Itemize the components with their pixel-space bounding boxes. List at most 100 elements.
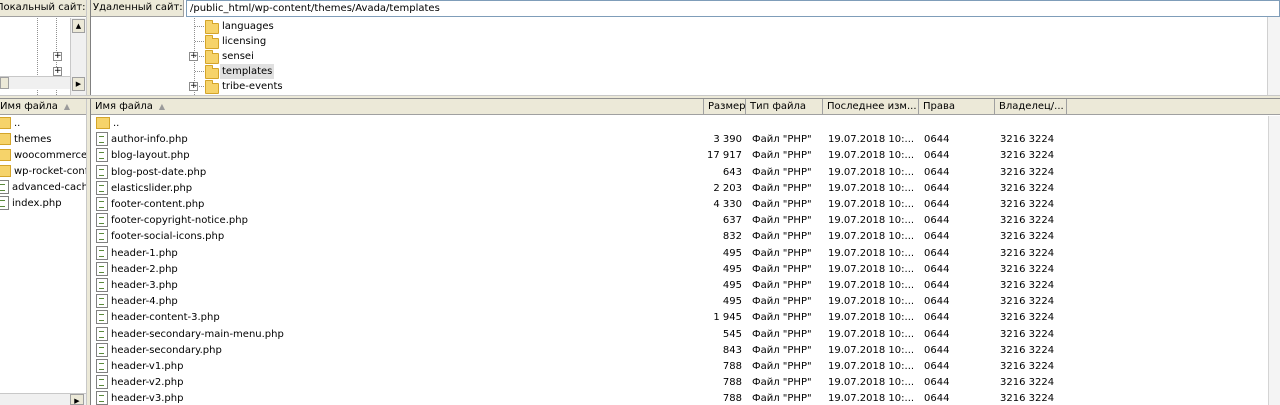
file-name: footer-social-icons.php (111, 231, 225, 243)
tree-node-label: tribe-events (222, 81, 283, 92)
cell-owner: 3216 3224 (1000, 150, 1055, 162)
cell-name: blog-layout.php (96, 148, 696, 164)
tree-expand-plus-icon[interactable]: + (53, 52, 62, 61)
column-header-owner[interactable]: Владелец/... (995, 99, 1067, 114)
table-row[interactable]: elasticslider.php 2 203 Файл "PHP" 19.07.20… (91, 180, 1267, 197)
cell-type: Файл "PHP" (752, 134, 812, 146)
remote-tree-scrollbar[interactable] (1267, 17, 1280, 95)
cell-modified: 19.07.2018 10:... (828, 263, 915, 275)
cell-size: 545 (722, 328, 742, 340)
cell-name: .. (96, 116, 696, 132)
local-tree-scrollbar[interactable]: ▲ ▶ (70, 18, 86, 95)
folder-icon (0, 133, 11, 145)
cell-name: header-secondary.php (96, 342, 696, 359)
cell-name: header-content-3.php (96, 310, 696, 326)
table-row[interactable]: footer-content.php 4 330 Файл "PHP" 19.07.2… (91, 197, 1267, 213)
folder-icon (0, 149, 11, 161)
cell-name: blog-post-date.php (96, 164, 696, 181)
php-file-icon (96, 229, 108, 244)
cell-perms: 0644 (924, 393, 950, 405)
file-name: blog-post-date.php (111, 166, 207, 178)
cell-size: 788 (722, 377, 742, 389)
column-header-perms[interactable]: Права (919, 99, 995, 114)
scroll-right-arrow-icon[interactable]: ▶ (72, 77, 85, 91)
local-list-item[interactable]: woocommerce (0, 148, 86, 164)
table-row[interactable]: blog-post-date.php 643 Файл "PHP" 19.07.201… (91, 164, 1267, 181)
table-row[interactable]: header-3.php 495 Файл "PHP" 19.07.2018 10:.… (91, 278, 1267, 294)
remote-path-input[interactable]: /public_html/wp-content/themes/Avada/tem… (186, 0, 1280, 17)
cell-type: Файл "PHP" (752, 199, 812, 210)
tree-expand-plus-icon[interactable]: + (53, 67, 62, 76)
table-row[interactable]: footer-copyright-notice.php 637 Файл "PHP"… (91, 213, 1267, 229)
remote-list-scrollbar[interactable] (1268, 116, 1280, 405)
folder-icon (0, 117, 11, 129)
cell-size: 637 (722, 215, 742, 227)
table-row[interactable]: header-v2.php 788 Файл "PHP" 19.07.2018 10:… (91, 375, 1267, 391)
cell-type: Файл "PHP" (752, 263, 812, 275)
tree-node-languages[interactable]: languages (186, 19, 274, 34)
cell-size: 495 (722, 263, 742, 275)
cell-size: 788 (722, 393, 742, 405)
local-list-item[interactable]: advanced-cache.php (0, 180, 86, 196)
table-row[interactable]: header-4.php 495 Файл "PHP" 19.07.2018 10:.… (91, 294, 1267, 310)
table-row[interactable]: header-v3.php 788 Файл "PHP" 19.07.2018 10:… (91, 391, 1267, 405)
cell-name: elasticslider.php (96, 180, 696, 197)
cell-type: Файл "PHP" (752, 215, 812, 227)
column-header-size[interactable]: Размер (704, 99, 746, 114)
local-list-item[interactable]: themes (0, 132, 86, 148)
table-row[interactable]: header-2.php 495 Файл "PHP" 19.07.2018 10:.… (91, 261, 1267, 278)
local-column-name[interactable]: Имя файла ▲ (0, 99, 86, 114)
cell-owner: 3216 3224 (1000, 199, 1055, 210)
table-row[interactable]: header-v1.php 788 Файл "PHP" 19.07.2018 10:… (91, 359, 1267, 375)
cell-type: Файл "PHP" (752, 377, 812, 389)
local-list-item[interactable]: .. (0, 116, 86, 132)
table-row[interactable]: header-secondary.php 843 Файл "PHP" 19.07.2… (91, 342, 1267, 359)
cell-name: header-v2.php (96, 375, 696, 391)
tree-branch-line (195, 71, 204, 72)
cell-perms: 0644 (924, 150, 950, 162)
tree-node-licensing[interactable]: licensing (186, 34, 266, 49)
table-row[interactable]: blog-layout.php 17 917 Файл "PHP" 19.07.201… (91, 148, 1267, 164)
folder-icon (0, 165, 11, 177)
cell-owner: 3216 3224 (1000, 296, 1055, 308)
cell-owner: 3216 3224 (1000, 377, 1055, 389)
column-header-modified[interactable]: Последнее изм... (823, 99, 919, 114)
table-row[interactable]: header-1.php 495 Файл "PHP" 19.07.2018 10:.… (91, 245, 1267, 262)
php-file-icon (96, 326, 108, 341)
cell-owner: 3216 3224 (1000, 280, 1055, 291)
scroll-up-arrow-icon[interactable]: ▲ (72, 19, 85, 33)
cell-name: header-3.php (96, 278, 696, 294)
php-file-icon (0, 180, 9, 194)
local-item-name: wp-rocket-config (14, 166, 86, 177)
local-list-item[interactable]: wp-rocket-config (0, 164, 86, 180)
tree-node-sensei[interactable]: + sensei (186, 49, 254, 64)
remote-folder-tree: languages licensing + sensei templates + tribe… (186, 19, 786, 95)
local-file-list: Имя файла ▲ .. themes woocommerce wp-rocket-… (0, 99, 86, 405)
table-row[interactable]: author-info.php 3 390 Файл "PHP" 19.07.2018… (91, 132, 1267, 148)
table-row[interactable]: header-secondary-main-menu.php 545 Файл "P… (91, 326, 1267, 343)
folder-icon (205, 79, 219, 94)
cell-type: Файл "PHP" (752, 182, 812, 194)
cell-modified: 19.07.2018 10:... (828, 393, 915, 405)
tree-node-tribe-events[interactable]: + tribe-events (186, 79, 283, 94)
tree-node-templates[interactable]: templates (186, 64, 275, 79)
tree-branch-line (195, 41, 204, 42)
folder-icon (205, 34, 219, 49)
local-list-hscrollbar[interactable]: ▶ (0, 393, 86, 405)
table-row[interactable]: header-content-3.php 1 945 Файл "PHP" 19.07… (91, 310, 1267, 326)
php-file-icon (0, 196, 9, 210)
cell-owner: 3216 3224 (1000, 328, 1055, 340)
file-name: header-1.php (111, 247, 178, 259)
table-row[interactable]: .. (91, 116, 1267, 132)
table-row[interactable]: footer-social-icons.php 832 Файл "PHP" 19.0… (91, 229, 1267, 245)
cell-owner: 3216 3224 (1000, 166, 1055, 178)
scroll-right-arrow-icon[interactable]: ▶ (70, 394, 84, 405)
cell-owner: 3216 3224 (1000, 393, 1055, 405)
local-list-item[interactable]: index.php (0, 196, 86, 212)
column-header-name[interactable]: Имя файла ▲ (91, 99, 704, 114)
cell-name: footer-social-icons.php (96, 229, 696, 245)
scroll-thumb[interactable] (0, 77, 9, 89)
file-name: header-v1.php (111, 361, 184, 372)
column-header-type[interactable]: Тип файла (746, 99, 823, 114)
local-tree-hscrollbar[interactable] (0, 76, 70, 89)
